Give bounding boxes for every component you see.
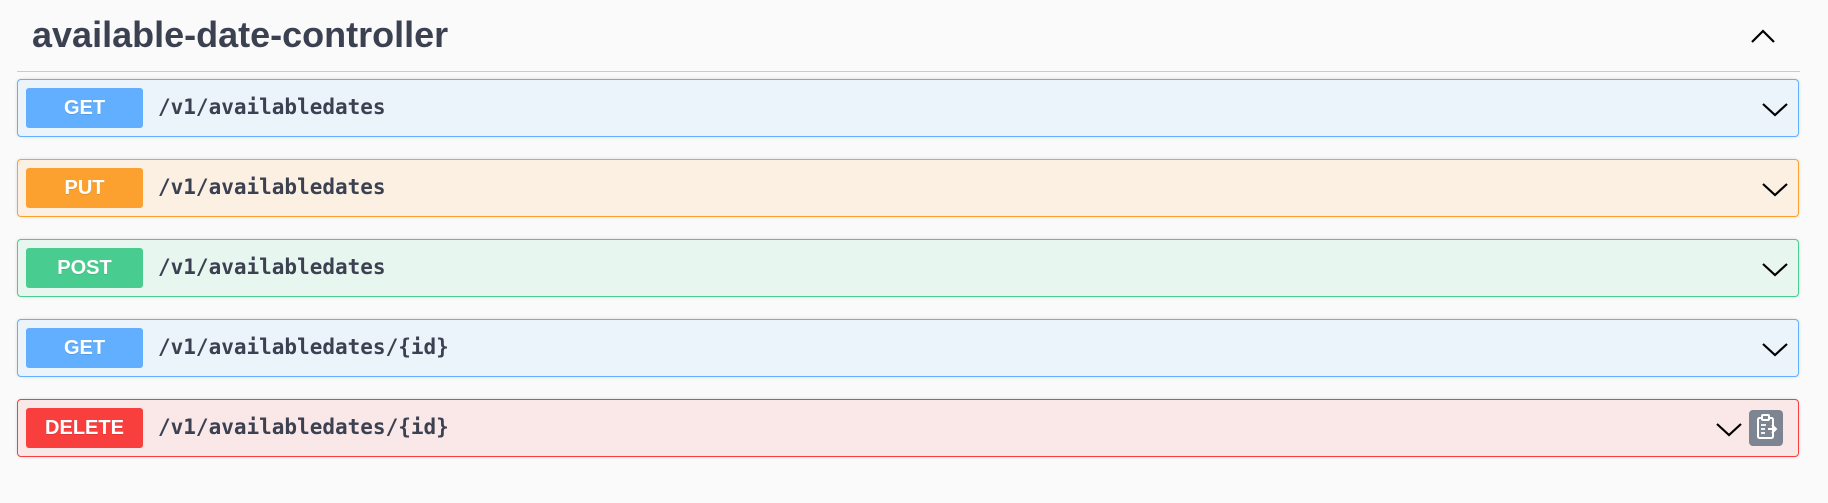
operation-get-availabledates[interactable]: GET /v1/availabledates <box>17 79 1799 137</box>
method-badge: GET <box>26 88 143 128</box>
chevron-up-icon[interactable] <box>1746 20 1780 54</box>
method-badge: POST <box>26 248 143 288</box>
operation-path: /v1/availabledates/{id} <box>158 335 449 359</box>
swagger-tag-section: available-date-controller GET /v1/availa… <box>0 0 1828 503</box>
operation-put-availabledates[interactable]: PUT /v1/availabledates <box>17 159 1799 217</box>
operation-post-availabledates[interactable]: POST /v1/availabledates <box>17 239 1799 297</box>
chevron-down-icon[interactable] <box>1760 335 1790 363</box>
operation-path: /v1/availabledates <box>158 255 386 279</box>
tag-header[interactable]: available-date-controller <box>17 0 1800 72</box>
chevron-down-icon[interactable] <box>1760 255 1790 283</box>
operation-path: /v1/availabledates/{id} <box>158 415 449 439</box>
tag-title[interactable]: available-date-controller <box>32 14 448 56</box>
chevron-down-icon[interactable] <box>1760 95 1790 123</box>
method-badge: PUT <box>26 168 143 208</box>
operation-path: /v1/availabledates <box>158 175 386 199</box>
chevron-down-icon[interactable] <box>1714 415 1744 443</box>
method-badge: DELETE <box>26 408 143 448</box>
clipboard-copy-icon[interactable] <box>1749 410 1783 446</box>
chevron-down-icon[interactable] <box>1760 175 1790 203</box>
method-badge: GET <box>26 328 143 368</box>
operation-get-availabledates-id[interactable]: GET /v1/availabledates/{id} <box>17 319 1799 377</box>
operation-path: /v1/availabledates <box>158 95 386 119</box>
operation-delete-availabledates-id[interactable]: DELETE /v1/availabledates/{id} <box>17 399 1799 457</box>
